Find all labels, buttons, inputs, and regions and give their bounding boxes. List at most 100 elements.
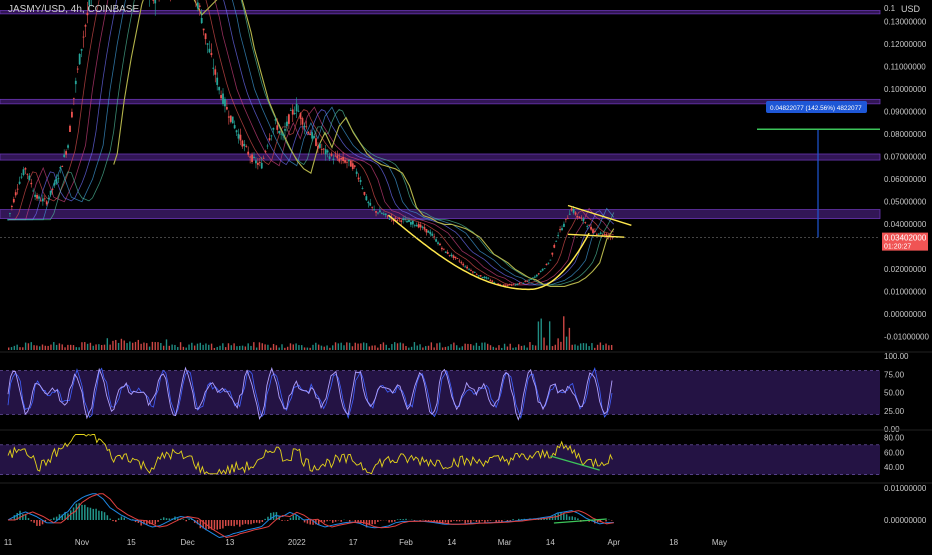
macd-histogram-bar	[208, 520, 210, 529]
candle-body	[321, 149, 323, 150]
candle-body	[57, 178, 59, 179]
macd-histogram-bar	[19, 511, 21, 520]
candle-body	[569, 214, 571, 215]
volume-bar	[56, 345, 57, 350]
candle-body	[489, 280, 491, 281]
macd-histogram-bar	[53, 518, 55, 520]
volume-bar	[397, 343, 398, 350]
candle-body	[447, 252, 449, 254]
candle-body	[377, 213, 379, 214]
volume-bar	[549, 321, 550, 350]
macd-tick-label: 0.00000000	[884, 516, 927, 525]
volume-bar	[273, 344, 274, 350]
volume-bar	[377, 348, 378, 350]
volume-bar	[247, 343, 248, 350]
volume-bar	[380, 344, 381, 350]
volume-bar	[67, 345, 68, 350]
candle-body	[536, 275, 538, 277]
x-axis-tick-label: 15	[127, 538, 136, 547]
volume-bar	[298, 345, 299, 350]
candle-body	[276, 125, 278, 130]
macd-histogram-bar	[124, 518, 126, 520]
candle-body	[234, 125, 236, 128]
candle-body	[257, 163, 259, 165]
macd-histogram-bar	[262, 520, 264, 522]
x-axis-tick-label: 17	[349, 538, 358, 547]
candle-body	[21, 177, 23, 178]
candle-body	[241, 141, 243, 147]
volume-bar	[467, 344, 468, 350]
macd-histogram-bar	[36, 520, 38, 526]
volume-bar	[597, 345, 598, 350]
candle-body	[81, 49, 83, 51]
candle-body	[573, 209, 575, 213]
macd-histogram-bar	[349, 520, 351, 522]
volume-bar	[242, 346, 243, 350]
macd-histogram-bar	[186, 520, 188, 521]
volume-bar	[202, 345, 203, 350]
candle-body	[549, 260, 551, 261]
volume-bar	[388, 348, 389, 350]
volume-bar	[112, 341, 113, 350]
volume-bar	[140, 344, 141, 350]
volume-bar	[495, 348, 496, 350]
volume-bar	[608, 345, 609, 350]
candle-body	[222, 94, 224, 105]
volume-bar	[191, 343, 192, 350]
candle-body	[352, 163, 354, 169]
symbol-title[interactable]: JASMY/USD, 4h, COINBASE	[8, 4, 139, 15]
candle-body	[375, 211, 377, 213]
price-tick-label: 0.09000000	[884, 108, 927, 117]
volume-bar	[208, 345, 209, 350]
candle-body	[480, 275, 482, 276]
candle-body	[457, 258, 459, 259]
candle-body	[389, 219, 391, 220]
candle-body	[280, 134, 282, 135]
candle-body	[298, 111, 300, 112]
volume-bar	[543, 338, 544, 350]
volume-bar	[569, 328, 570, 350]
candle-body	[303, 126, 305, 128]
price-tick-label: 0.01000000	[884, 288, 927, 297]
volume-bar	[101, 345, 102, 350]
macd-histogram-bar	[357, 520, 359, 522]
x-axis-tick-label: May	[712, 538, 727, 547]
macd-histogram-bar	[402, 519, 404, 520]
volume-bar	[256, 348, 257, 350]
candle-body	[472, 271, 474, 272]
volume-bar	[22, 347, 23, 350]
volume-bar	[315, 343, 316, 350]
candle-body	[445, 252, 447, 253]
candle-body	[294, 113, 296, 114]
candle-body	[385, 214, 387, 215]
volume-bar	[214, 348, 215, 350]
volume-bar	[124, 340, 125, 350]
volume-bar	[371, 346, 372, 350]
volume-bar	[253, 342, 254, 350]
macd-histogram-bar	[31, 520, 33, 521]
macd-histogram-bar	[200, 520, 202, 528]
macd-histogram-bar	[264, 519, 266, 520]
volume-bar	[171, 345, 172, 350]
candle-body	[451, 255, 453, 257]
candle-body	[292, 110, 294, 115]
volume-bar	[53, 342, 54, 350]
volume-bar	[276, 345, 277, 350]
price-tick-label: 0.13000000	[884, 18, 927, 27]
candle-body	[344, 160, 346, 163]
volume-bar	[383, 342, 384, 350]
volume-bar	[183, 347, 184, 350]
candle-body	[236, 130, 238, 132]
candle-body	[542, 269, 544, 271]
volume-bar	[546, 345, 547, 350]
currency-label[interactable]: USD	[901, 4, 920, 14]
candle-body	[422, 227, 424, 228]
candle-body	[232, 117, 234, 124]
macd-histogram-bar	[611, 520, 613, 521]
volume-bar	[194, 346, 195, 350]
macd-histogram-bar	[574, 517, 576, 520]
volume-bar	[157, 342, 158, 350]
macd-histogram-bar	[98, 511, 100, 520]
macd-histogram-bar	[450, 520, 452, 522]
candle-body	[48, 198, 50, 199]
